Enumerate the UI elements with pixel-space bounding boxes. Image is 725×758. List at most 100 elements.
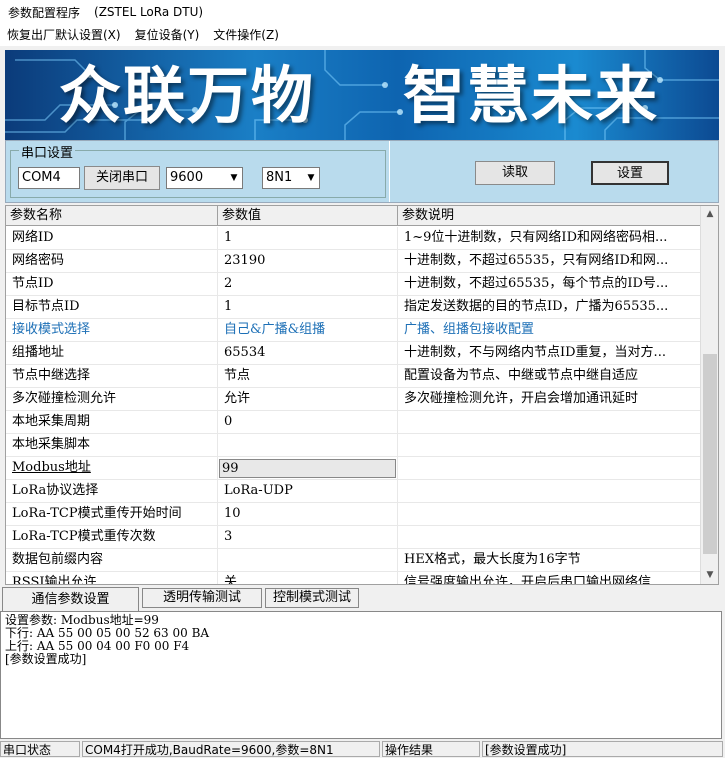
table-row[interactable]: 节点ID 2 十进制数，不超过65535，每个节点的ID号...	[6, 273, 700, 296]
row-name: LoRa协议选择	[6, 480, 218, 502]
row-name: 目标节点ID	[6, 296, 218, 318]
row-name: 节点中继选择	[6, 365, 218, 387]
row-desc: HEX格式，最大长度为16字节	[404, 552, 581, 567]
row-desc	[398, 434, 700, 456]
row-value[interactable]: LoRa-UDP	[218, 480, 398, 502]
row-name: 节点ID	[6, 273, 218, 295]
grid-header: 参数名称 参数值 参数说明	[6, 206, 700, 226]
row-value[interactable]: 1	[218, 227, 398, 249]
table-row[interactable]: Modbus地址 99	[6, 457, 700, 480]
row-value[interactable]	[218, 549, 398, 571]
status-bar: 串口状态 COM4打开成功,BaudRate=9600,参数=8N1 操作结果 …	[0, 740, 725, 758]
title-bar: 参数配置程序 (ZSTEL LoRa DTU)	[0, 0, 725, 24]
scroll-up-icon[interactable]: ▲	[701, 206, 718, 223]
tab-strip: 通信参数设置 透明传输测试 控制模式测试	[0, 587, 725, 611]
baud-select[interactable]: 9600 ▼	[166, 167, 243, 189]
read-button[interactable]: 读取	[475, 161, 555, 185]
status-label-serial: 串口状态	[0, 741, 80, 757]
row-value[interactable]: 允许	[218, 388, 398, 410]
row-name: RSSI输出允许	[6, 572, 218, 584]
row-desc	[398, 503, 700, 525]
serial-panel: 串口设置 COM4 关闭串口 9600 ▼ 8N1 ▼ 读取 设置	[5, 140, 719, 203]
row-name: 多次碰撞检测允许	[6, 388, 218, 410]
window-title: 参数配置程序	[8, 5, 81, 20]
row-value[interactable]: 3	[218, 526, 398, 548]
row-desc	[398, 480, 700, 502]
tab-comm-params[interactable]: 通信参数设置	[2, 587, 139, 611]
row-desc: 配置设备为节点、中继或节点中继自适应	[404, 368, 639, 383]
serial-group: 串口设置 COM4 关闭串口 9600 ▼ 8N1 ▼	[10, 142, 386, 198]
modbus-address-editor[interactable]: 99	[219, 459, 396, 478]
table-row[interactable]: 网络密码 23190 十进制数，不超过65535，只有网络ID和网...	[6, 250, 700, 273]
status-label-result: 操作结果	[382, 741, 480, 757]
table-row[interactable]: 数据包前缀内容 HEX格式，最大长度为16字节	[6, 549, 700, 572]
table-row[interactable]: LoRa协议选择 LoRa-UDP	[6, 480, 700, 503]
table-row[interactable]: 节点中继选择 节点 配置设备为节点、中继或节点中继自适应	[6, 365, 700, 388]
port-input[interactable]: COM4	[18, 167, 80, 189]
row-value[interactable]: 65534	[218, 342, 398, 364]
row-desc: 十进制数，不超过65535，只有网络ID和网...	[404, 253, 669, 268]
set-button[interactable]: 设置	[591, 161, 669, 185]
parameter-grid: 参数名称 参数值 参数说明 网络ID 1 1~9位十进制数，只有网络ID和网络密…	[5, 205, 719, 585]
row-name: 组播地址	[6, 342, 218, 364]
table-row[interactable]: 接收模式选择 自己&广播&组播 广播、组播包接收配置	[6, 319, 700, 342]
table-row[interactable]: LoRa-TCP模式重传开始时间 10	[6, 503, 700, 526]
header-param-value[interactable]: 参数值	[218, 206, 398, 226]
menu-bar: 恢复出厂默认设置(X) 复位设备(Y) 文件操作(Z)	[0, 24, 725, 46]
row-value[interactable]: 2	[218, 273, 398, 295]
format-select[interactable]: 8N1 ▼	[262, 167, 320, 189]
scroll-down-icon[interactable]: ▼	[701, 567, 718, 584]
row-name: 本地采集脚本	[6, 434, 218, 456]
table-row[interactable]: 多次碰撞检测允许 允许 多次碰撞检测允许，开启会增加通讯延时	[6, 388, 700, 411]
slogan-right: 智慧未来	[403, 59, 660, 132]
chevron-down-icon[interactable]: ▼	[226, 168, 242, 188]
row-desc: 多次碰撞检测允许，开启会增加通讯延时	[404, 391, 639, 406]
close-port-button[interactable]: 关闭串口	[84, 166, 160, 190]
tab-control-mode-test[interactable]: 控制模式测试	[265, 588, 359, 608]
grid-scrollbar[interactable]: ▲ ▼	[700, 206, 718, 584]
table-row[interactable]: 网络ID 1 1~9位十进制数，只有网络ID和网络密码相...	[6, 227, 700, 250]
tab-transparent-test[interactable]: 透明传输测试	[142, 588, 262, 608]
menu-reset-device[interactable]: 复位设备(Y)	[128, 24, 207, 46]
row-value[interactable]: 关	[218, 572, 398, 584]
table-row[interactable]: 本地采集周期 0	[6, 411, 700, 434]
row-value-cell[interactable]: 99	[218, 457, 398, 479]
table-row[interactable]: 组播地址 65534 十进制数，不与网络内节点ID重复，当对方...	[6, 342, 700, 365]
banner: 众联万物 智慧未来	[5, 50, 719, 140]
table-row[interactable]: RSSI输出允许 关 信号强度输出允许，开启后串口输出网络信...	[6, 572, 700, 585]
panel-divider	[389, 141, 390, 202]
row-desc: 信号强度输出允许，开启后串口输出网络信...	[404, 575, 664, 585]
menu-factory-reset[interactable]: 恢复出厂默认设置(X)	[0, 24, 128, 46]
row-value[interactable]: 自己&广播&组播	[218, 319, 398, 341]
row-value[interactable]: 0	[218, 411, 398, 433]
status-value-serial: COM4打开成功,BaudRate=9600,参数=8N1	[82, 741, 380, 757]
header-param-name[interactable]: 参数名称	[6, 206, 218, 226]
row-name: 本地采集周期	[6, 411, 218, 433]
table-row[interactable]: 本地采集脚本	[6, 434, 700, 457]
row-value[interactable]: 23190	[218, 250, 398, 272]
row-value[interactable]: 10	[218, 503, 398, 525]
row-value[interactable]: 节点	[218, 365, 398, 387]
header-param-desc[interactable]: 参数说明	[398, 206, 700, 226]
row-name: 网络密码	[6, 250, 218, 272]
serial-group-label: 串口设置	[19, 142, 76, 161]
baud-value: 9600	[170, 170, 204, 185]
row-name: 接收模式选择	[6, 319, 218, 341]
row-name: LoRa-TCP模式重传开始时间	[6, 503, 218, 525]
row-desc: 1~9位十进制数，只有网络ID和网络密码相...	[404, 230, 668, 245]
row-name: 数据包前缀内容	[6, 549, 218, 571]
slogan-left: 众联万物	[59, 59, 316, 132]
status-value-result: [参数设置成功]	[482, 741, 723, 757]
row-desc: 广播、组播包接收配置	[404, 322, 535, 337]
chevron-down-icon[interactable]: ▼	[303, 168, 319, 188]
row-desc: 十进制数，不超过65535，每个节点的ID号...	[404, 276, 669, 291]
log-output[interactable]: 设置参数: Modbus地址=99 下行: AA 55 00 05 00 52 …	[0, 611, 722, 739]
row-value[interactable]	[218, 434, 398, 456]
table-row[interactable]: LoRa-TCP模式重传次数 3	[6, 526, 700, 549]
row-desc	[398, 457, 700, 479]
scroll-thumb[interactable]	[703, 354, 717, 554]
table-row[interactable]: 目标节点ID 1 指定发送数据的目的节点ID，广播为65535...	[6, 296, 700, 319]
row-name: 网络ID	[6, 227, 218, 249]
menu-file-operations[interactable]: 文件操作(Z)	[206, 24, 286, 46]
row-value[interactable]: 1	[218, 296, 398, 318]
